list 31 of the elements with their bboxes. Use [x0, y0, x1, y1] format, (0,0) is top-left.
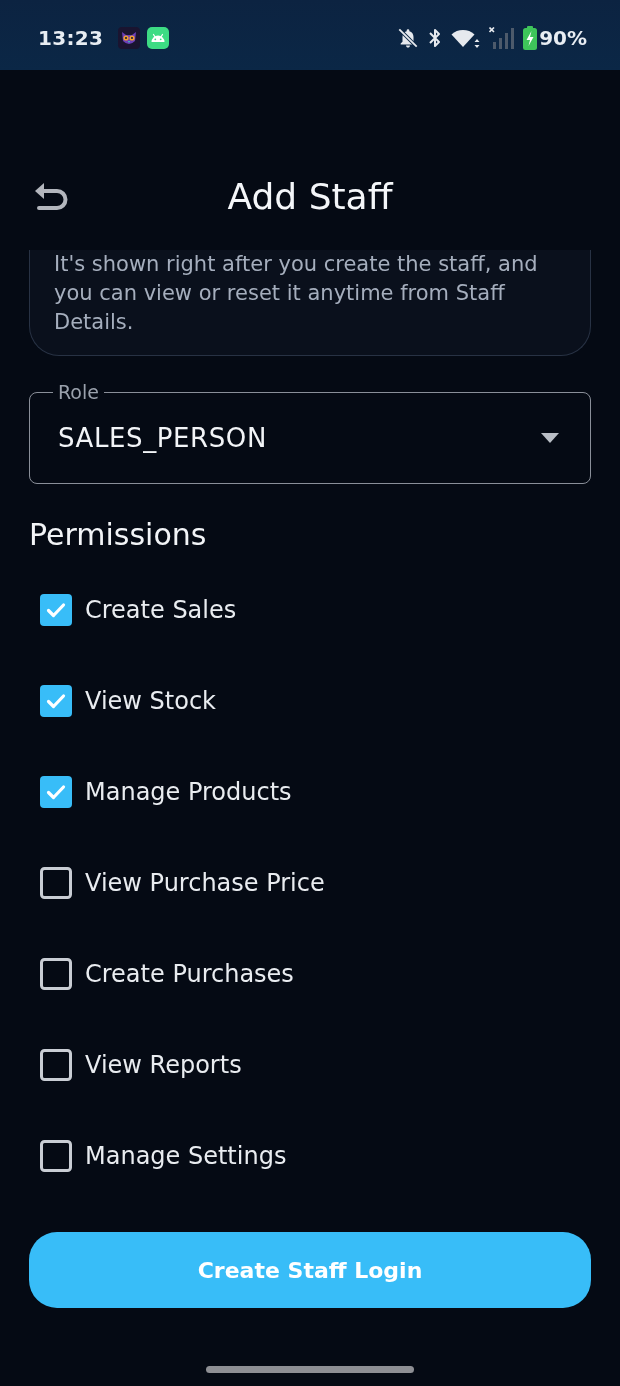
- wifi-icon: [451, 27, 481, 49]
- battery-percentage: 90%: [539, 26, 587, 50]
- checkbox[interactable]: [40, 593, 72, 626]
- permission-label: Create Sales: [85, 595, 237, 624]
- bluetooth-icon: [428, 27, 443, 49]
- clock-time: 13:23: [38, 26, 104, 50]
- info-text: It's shown right after you create the staff, and you can view or reset it anytime from Staff Details.: [54, 251, 539, 336]
- checkbox[interactable]: [40, 1048, 72, 1081]
- return-arrow-icon: [33, 181, 69, 213]
- battery-charging-icon: [523, 26, 538, 50]
- checkbox[interactable]: [40, 1139, 72, 1172]
- screen-title: Add Staff: [227, 175, 393, 219]
- checkbox[interactable]: [40, 866, 72, 899]
- permission-label: Manage Products: [85, 777, 292, 806]
- permission-label: View Reports: [85, 1050, 242, 1079]
- permission-label: Manage Settings: [85, 1141, 287, 1170]
- permission-label: Create Purchases: [85, 959, 294, 988]
- permission-label: View Purchase Price: [85, 868, 325, 897]
- bell-off-icon: [397, 27, 420, 49]
- section-heading: Permissions: [29, 517, 208, 553]
- no-signal-icon: [489, 27, 515, 49]
- checkbox[interactable]: [40, 957, 72, 990]
- android-icon: [147, 27, 170, 49]
- caret-down-icon: [541, 433, 559, 443]
- checkbox[interactable]: [40, 684, 72, 717]
- role-dropdown[interactable]: Role SALES_PERSON: [29, 381, 591, 484]
- checkbox[interactable]: [40, 775, 72, 808]
- role-label: Role: [57, 381, 100, 403]
- role-value: SALES_PERSON: [58, 423, 267, 453]
- owl-icon: [118, 27, 141, 49]
- permission-label: View Stock: [85, 686, 216, 715]
